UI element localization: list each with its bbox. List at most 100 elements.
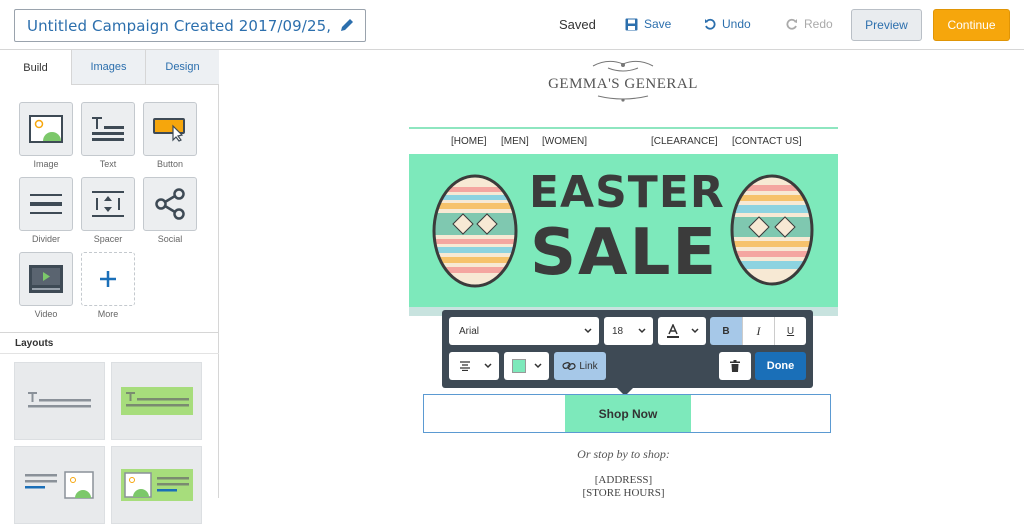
button-icon (153, 118, 185, 142)
block-social[interactable] (143, 177, 197, 231)
chevron-down-icon (638, 328, 646, 334)
block-label: More (97, 309, 119, 319)
floppy-icon (625, 18, 638, 30)
button-color-select[interactable] (504, 352, 549, 380)
text-format-toolbar: Arial 18 B I U Link Done (442, 310, 813, 388)
text-icon (92, 117, 124, 141)
save-button[interactable]: Save (625, 17, 671, 31)
image-text-layout-icon (120, 469, 193, 501)
delete-button[interactable] (719, 352, 751, 380)
block-spacer[interactable] (81, 177, 135, 231)
layouts-heading: Layouts (0, 332, 219, 354)
nav-men[interactable]: [MEN] (501, 136, 529, 147)
nav-home[interactable]: [HOME] (451, 136, 487, 147)
tab-images[interactable]: Images (71, 50, 145, 85)
block-button[interactable] (143, 102, 197, 156)
block-label: Image (33, 159, 59, 169)
nav-clearance[interactable]: [CLEARANCE] (651, 136, 718, 147)
font-value: Arial (459, 325, 480, 337)
continue-button[interactable]: Continue (933, 9, 1010, 41)
top-bar: Untitled Campaign Created 2017/09/25, 2:… (0, 0, 1024, 50)
underline-button[interactable]: U (774, 317, 806, 345)
campaign-title-field[interactable]: Untitled Campaign Created 2017/09/25, 2:… (14, 9, 366, 42)
font-size-select[interactable]: 18 (604, 317, 653, 345)
chevron-down-icon (534, 363, 542, 369)
email-canvas: GEMMA'S GENERAL [HOME] [MEN] [WOMEN] [CL… (220, 50, 1024, 498)
logo[interactable]: GEMMA'S GENERAL (538, 56, 708, 104)
logo-text: GEMMA'S GENERAL (548, 76, 698, 92)
block-label: Spacer (93, 234, 123, 244)
sale-line2: SALE (529, 216, 719, 290)
button-block-selected[interactable]: Shop Now (423, 394, 831, 433)
divider-icon (30, 194, 62, 214)
spacer-icon (92, 191, 124, 217)
italic-button[interactable]: I (742, 317, 774, 345)
link-label: Link (579, 360, 598, 372)
easter-banner[interactable]: EASTER SALE (409, 154, 838, 307)
chevron-down-icon (584, 328, 592, 334)
preview-button[interactable]: Preview (851, 9, 922, 41)
plus-icon (100, 271, 116, 287)
bold-button[interactable]: B (710, 317, 742, 345)
block-video[interactable] (19, 252, 73, 306)
tab-build[interactable]: Build (0, 50, 71, 85)
nav-contact[interactable]: [CONTACT US] (732, 136, 802, 147)
chevron-down-icon (691, 328, 699, 334)
video-icon (29, 265, 63, 293)
email-nav: [HOME] [MEN] [WOMEN] [CLEARANCE] [CONTAC… (409, 134, 838, 152)
block-label: Divider (31, 234, 60, 244)
image-icon (29, 115, 63, 143)
easter-egg-left-icon (432, 174, 518, 288)
share-icon (155, 188, 185, 220)
pencil-icon[interactable] (339, 17, 355, 33)
link-icon (562, 362, 576, 370)
save-label: Save (644, 17, 672, 31)
layout-text-color[interactable] (111, 362, 202, 440)
redo-label: Redo (804, 17, 833, 31)
block-label: Social (157, 234, 183, 244)
sale-title: EASTER SALE (529, 167, 725, 290)
campaign-title[interactable]: Untitled Campaign Created 2017/09/25, 2:… (27, 17, 337, 35)
font-size-value: 18 (612, 325, 624, 337)
layout-text-only[interactable] (14, 362, 105, 440)
easter-egg-right-icon (730, 174, 814, 286)
text-color-layout-icon (120, 387, 193, 415)
block-image[interactable] (19, 102, 73, 156)
nav-women[interactable]: [WOMEN] (542, 136, 587, 147)
undo-label: Undo (722, 17, 751, 31)
text-color-icon (667, 324, 679, 338)
layout-image-text-color[interactable] (111, 446, 202, 524)
link-button[interactable]: Link (554, 352, 606, 380)
redo-button[interactable]: Redo (786, 17, 833, 31)
left-panel: Build Images Design Image Text Button Di… (0, 50, 219, 524)
store-hours-text[interactable]: [STORE HOURS] (409, 487, 838, 498)
align-select[interactable] (449, 352, 499, 380)
block-more[interactable] (81, 252, 135, 306)
trash-icon (730, 360, 740, 372)
nav-divider (409, 127, 838, 129)
text-color-select[interactable] (658, 317, 706, 345)
redo-icon (786, 18, 797, 30)
text-image-layout-icon (24, 471, 94, 499)
stop-by-text[interactable]: Or stop by to shop: (409, 447, 838, 462)
shop-now-button[interactable]: Shop Now (565, 395, 691, 432)
color-swatch (512, 359, 526, 373)
done-button[interactable]: Done (755, 352, 806, 380)
block-text[interactable] (81, 102, 135, 156)
sale-line1: EASTER (529, 167, 725, 218)
undo-icon (705, 18, 716, 30)
block-label: Text (99, 159, 117, 169)
align-center-icon (460, 361, 470, 371)
layout-text-image[interactable] (14, 446, 105, 524)
text-layout-icon (27, 392, 91, 408)
tab-design[interactable]: Design (145, 50, 219, 85)
block-label: Button (156, 159, 184, 169)
block-label: Video (34, 309, 58, 319)
chevron-down-icon (484, 363, 492, 369)
undo-button[interactable]: Undo (704, 17, 751, 31)
block-divider[interactable] (19, 177, 73, 231)
sidebar-tabs: Build Images Design (0, 50, 219, 85)
font-select[interactable]: Arial (449, 317, 599, 345)
save-status: Saved (559, 17, 596, 32)
address-text[interactable]: [ADDRESS] (409, 474, 838, 486)
